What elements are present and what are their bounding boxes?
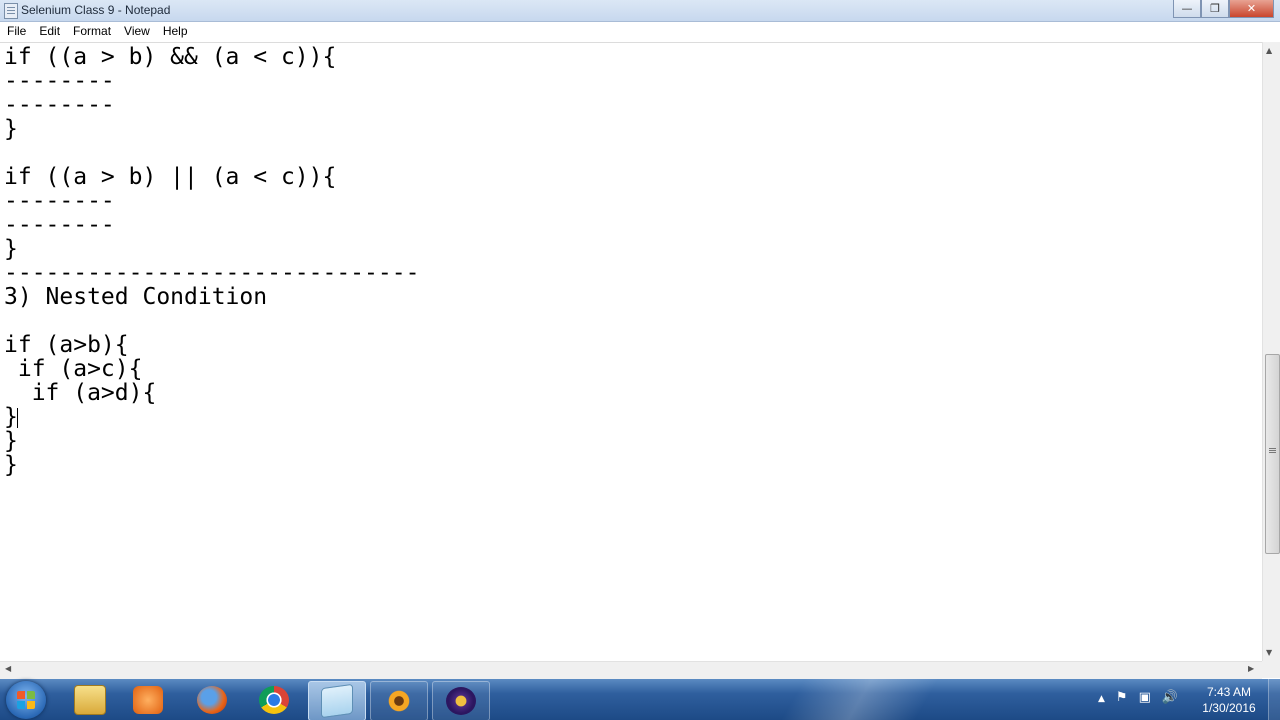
scroll-right-icon[interactable]: ▶ — [1248, 664, 1254, 673]
window-controls: — ❐ ✕ — [1173, 0, 1274, 19]
editor-text[interactable]: if ((a > b) && (a < c)){ -------- ------… — [4, 45, 419, 477]
window-title: Selenium Class 9 - Notepad — [21, 3, 171, 17]
close-button[interactable]: ✕ — [1229, 0, 1274, 18]
network-icon[interactable]: ▣ — [1139, 690, 1151, 708]
menu-help[interactable]: Help — [156, 22, 194, 41]
scrollbar-corner — [1262, 661, 1280, 678]
menu-format[interactable]: Format — [66, 22, 117, 41]
scroll-up-icon[interactable]: ▲ — [1266, 46, 1272, 55]
firefox-icon — [197, 686, 227, 714]
minimize-button[interactable]: — — [1173, 0, 1201, 18]
maximize-button[interactable]: ❐ — [1201, 0, 1229, 18]
taskbar-firefox[interactable] — [184, 681, 240, 719]
vertical-scroll-thumb[interactable] — [1265, 354, 1280, 554]
clock-time: 7:43 AM — [1206, 685, 1252, 699]
windows-logo-icon — [17, 691, 35, 709]
vertical-scrollbar[interactable] — [1262, 42, 1280, 661]
scroll-down-icon[interactable]: ▼ — [1266, 648, 1272, 657]
taskbar-chrome[interactable] — [246, 681, 302, 719]
system-tray: ▲ ⚑ ▣ 🔊 — [1098, 690, 1178, 708]
menu-view[interactable]: View — [117, 22, 156, 41]
volume-icon[interactable]: 🔊 — [1162, 690, 1178, 708]
menu-file[interactable]: File — [0, 22, 32, 41]
horizontal-scrollbar[interactable] — [0, 661, 1262, 679]
windows-explorer-icon — [74, 685, 106, 715]
chrome-icon — [259, 686, 289, 714]
notepad-icon — [321, 683, 353, 719]
taskbar-media-player[interactable] — [120, 681, 176, 719]
show-desktop-button[interactable] — [1268, 679, 1280, 720]
taskbar-java-ide[interactable] — [432, 681, 490, 720]
notepad-app-icon — [4, 3, 18, 19]
grip-icon — [1269, 448, 1276, 449]
text-editor-area[interactable]: if ((a > b) && (a < c)){ -------- ------… — [0, 42, 1262, 662]
show-hidden-icons-icon[interactable]: ▲ — [1098, 690, 1105, 708]
menu-edit[interactable]: Edit — [32, 22, 66, 41]
taskbar-explorer[interactable] — [62, 681, 118, 719]
taskbar-notepad[interactable] — [308, 681, 366, 720]
taskbar-clock[interactable]: 7:43 AM 1/30/2016 — [1196, 684, 1262, 716]
start-button[interactable] — [6, 681, 46, 719]
clock-date: 1/30/2016 — [1202, 701, 1256, 715]
java-ee-ide-icon — [446, 687, 476, 715]
action-center-flag-icon[interactable]: ⚑ — [1116, 690, 1128, 708]
text-caret — [17, 408, 18, 428]
media-player-icon — [133, 686, 163, 714]
title-bar[interactable]: Selenium Class 9 - Notepad — ❐ ✕ — [0, 0, 1280, 22]
scroll-left-icon[interactable]: ◀ — [5, 664, 11, 673]
menu-bar: File Edit Format View Help — [0, 22, 1280, 41]
paint-flower-icon — [384, 687, 414, 715]
taskbar-paint[interactable] — [370, 681, 428, 720]
